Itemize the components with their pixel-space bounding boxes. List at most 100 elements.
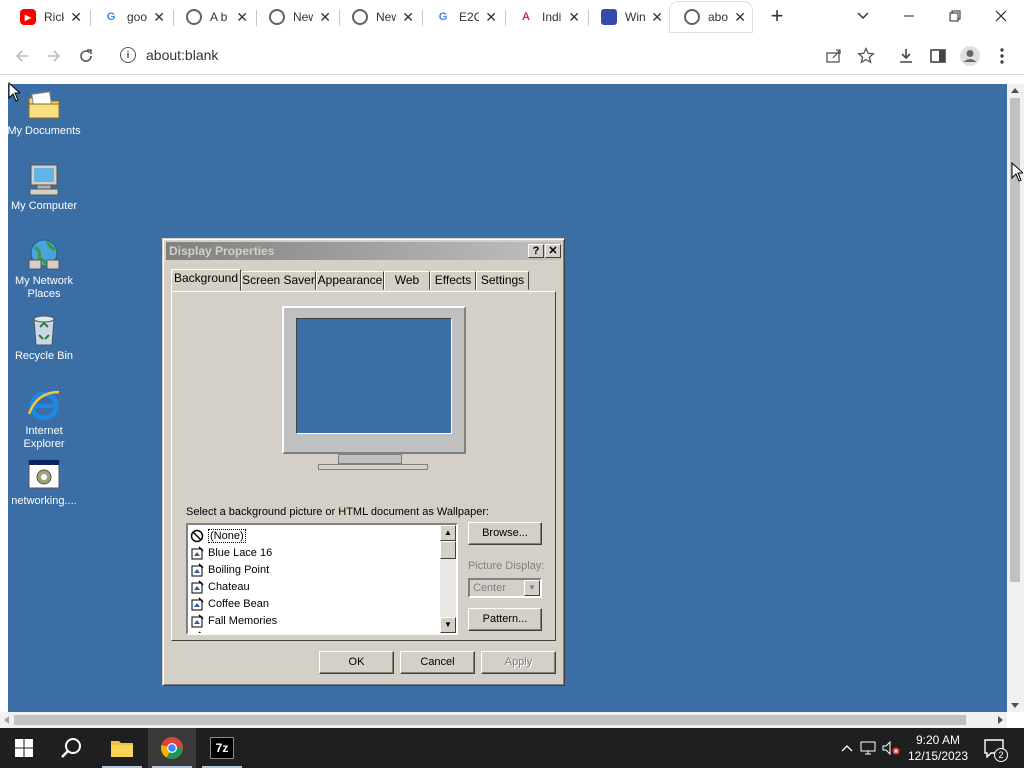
dialog-title-bar[interactable]: Display Properties ? ✕ xyxy=(166,242,561,260)
ok-button[interactable]: OK xyxy=(319,651,394,674)
bookmark-button[interactable] xyxy=(853,43,879,69)
close-tab-icon[interactable]: ✕ xyxy=(153,9,165,26)
tab-appearance[interactable]: Appearance xyxy=(316,271,384,290)
downloads-button[interactable] xyxy=(893,43,919,69)
browser-tab-title: Rick xyxy=(44,10,64,24)
browser-tab[interactable]: Ggoo ✕ xyxy=(89,2,171,32)
share-button[interactable] xyxy=(821,43,847,69)
wallpaper-list-item[interactable]: Blue Lace 16 xyxy=(190,544,440,561)
arch-icon: A xyxy=(518,9,534,25)
chrome-icon xyxy=(269,9,285,25)
browser-tab[interactable]: Win ✕ xyxy=(587,2,669,32)
restore-icon xyxy=(949,10,961,22)
browser-tab[interactable]: ▶ Rick ✕ xyxy=(6,2,88,32)
desktop-icon-my-computer[interactable]: My Computer xyxy=(8,163,82,213)
address-bar[interactable]: i about:blank xyxy=(108,40,888,70)
site-info-icon[interactable]: i xyxy=(120,47,136,63)
page-viewport: My Documents My Computer My Network Plac… xyxy=(0,76,1024,728)
google-icon: G xyxy=(435,9,451,25)
close-tab-icon[interactable]: ✕ xyxy=(568,9,580,26)
wallpaper-list-scrollbar[interactable]: ▲ ▼ xyxy=(440,525,456,633)
scroll-right-arrow-icon[interactable] xyxy=(998,716,1003,724)
reload-button[interactable] xyxy=(73,43,99,69)
scroll-thumb[interactable] xyxy=(440,541,456,559)
picture-display-select[interactable]: Center ▼ xyxy=(468,578,542,598)
desktop-icon-recycle-bin[interactable]: Recycle Bin xyxy=(8,313,82,363)
tab-settings[interactable]: Settings xyxy=(476,271,529,290)
desktop-icon-my-network-places[interactable]: My Network Places xyxy=(8,238,82,301)
taskbar-7zip[interactable]: 7z xyxy=(198,728,246,768)
arrow-left-icon xyxy=(15,50,28,62)
tab-search-button[interactable] xyxy=(852,6,874,26)
page-horizontal-scrollbar[interactable] xyxy=(0,712,1007,728)
notification-center-button[interactable]: 2 xyxy=(976,728,1012,768)
desktop-icon-networking[interactable]: networking.... xyxy=(8,458,82,508)
browser-tab[interactable]: A b ✕ xyxy=(172,2,254,32)
close-tab-icon[interactable]: ✕ xyxy=(70,9,82,26)
horizontal-scroll-thumb[interactable] xyxy=(14,715,966,725)
wallpaper-list[interactable]: (None) Blue Lace 16 Boiling Point Chateau Co… xyxy=(186,523,458,635)
close-tab-icon[interactable]: ✕ xyxy=(485,9,497,26)
cancel-button[interactable]: Cancel xyxy=(400,651,475,674)
dialog-close-button[interactable]: ✕ xyxy=(545,244,561,258)
forward-button[interactable] xyxy=(41,43,67,69)
wallpaper-list-item[interactable]: (None) xyxy=(190,527,440,544)
monitor-stand xyxy=(338,454,402,464)
start-button[interactable] xyxy=(0,728,48,768)
browser-tab-title: goo xyxy=(127,10,148,24)
browse-button[interactable]: Browse... xyxy=(468,522,542,545)
wallpaper-list-item[interactable]: Fall Memories xyxy=(190,612,440,629)
new-tab-button[interactable]: + xyxy=(766,5,788,28)
tab-screen-saver[interactable]: Screen Saver xyxy=(241,271,316,290)
menu-button[interactable] xyxy=(989,43,1015,69)
browser-tab-title: A b xyxy=(210,10,228,24)
pattern-button[interactable]: Pattern... xyxy=(468,608,542,631)
close-tab-icon[interactable]: ✕ xyxy=(319,9,331,26)
browser-tab[interactable]: New ✕ xyxy=(338,2,420,32)
search-button[interactable] xyxy=(48,728,96,768)
taskbar-chrome[interactable] xyxy=(148,728,196,768)
taskbar-file-explorer[interactable] xyxy=(98,728,146,768)
wallpaper-name: Coffee Bean xyxy=(208,597,269,610)
scroll-up-button[interactable]: ▲ xyxy=(440,525,456,541)
close-tab-icon[interactable]: ✕ xyxy=(236,9,248,26)
scroll-up-arrow-icon[interactable] xyxy=(1011,88,1019,93)
profile-button[interactable] xyxy=(957,43,983,69)
close-tab-icon[interactable]: ✕ xyxy=(402,9,414,26)
volume-muted-icon[interactable] xyxy=(880,741,902,755)
browser-tab[interactable]: New ✕ xyxy=(255,2,337,32)
browser-tab[interactable]: G E2G ✕ xyxy=(421,2,503,32)
network-icon[interactable] xyxy=(856,741,880,755)
browser-tab[interactable]: abo ✕ xyxy=(670,2,752,32)
close-window-button[interactable] xyxy=(978,0,1024,32)
remote-desktop[interactable]: My Documents My Computer My Network Plac… xyxy=(8,84,1007,712)
background-tab-panel: Select a background picture or HTML docu… xyxy=(171,291,556,641)
tab-effects[interactable]: Effects xyxy=(430,271,476,290)
close-tab-icon[interactable]: ✕ xyxy=(734,9,746,26)
side-panel-button[interactable] xyxy=(925,43,951,69)
image-file-icon xyxy=(190,596,204,611)
tab-web[interactable]: Web xyxy=(384,271,430,290)
scroll-down-arrow-icon[interactable] xyxy=(1011,703,1019,708)
taskbar-clock[interactable]: 9:20 AM 12/15/2023 xyxy=(906,732,970,764)
arrow-right-icon xyxy=(48,50,61,62)
tab-background[interactable]: Background xyxy=(171,269,241,291)
close-tab-icon[interactable]: ✕ xyxy=(651,9,663,26)
help-button[interactable]: ? xyxy=(528,244,544,258)
wallpaper-list-item[interactable]: FeatherTexture xyxy=(190,629,440,633)
scroll-left-arrow-icon[interactable] xyxy=(4,716,9,724)
minimize-button[interactable] xyxy=(886,0,932,32)
restore-button[interactable] xyxy=(932,0,978,32)
wallpaper-name: Blue Lace 16 xyxy=(208,546,273,559)
back-button[interactable] xyxy=(9,43,35,69)
wallpaper-list-item[interactable]: Boiling Point xyxy=(190,561,440,578)
desktop-icon-internet-explorer[interactable]: Internet Explorer xyxy=(8,388,82,451)
wallpaper-list-item[interactable]: Chateau xyxy=(190,578,440,595)
scroll-down-button[interactable]: ▼ xyxy=(440,617,456,633)
dropdown-arrow-icon[interactable]: ▼ xyxy=(524,580,540,596)
star-icon xyxy=(857,47,875,64)
wallpaper-list-item[interactable]: Coffee Bean xyxy=(190,595,440,612)
browser-tab[interactable]: A Indi ✕ xyxy=(504,2,586,32)
chevron-up-icon[interactable] xyxy=(838,744,856,752)
mouse-cursor-icon xyxy=(8,82,20,102)
